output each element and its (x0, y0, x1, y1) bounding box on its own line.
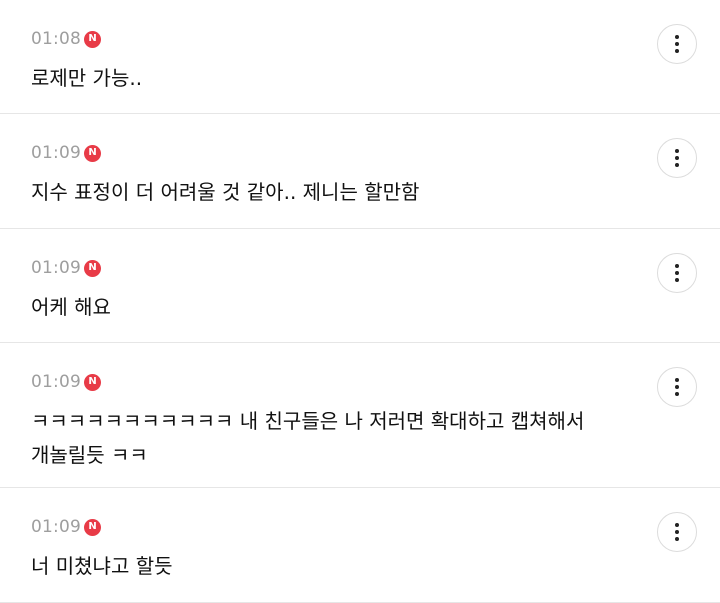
more-options-button[interactable] (657, 24, 697, 64)
more-options-button[interactable] (657, 367, 697, 407)
comment-meta: 01:09 N (31, 141, 101, 165)
more-options-button[interactable] (657, 253, 697, 293)
new-badge-icon: N (84, 144, 101, 162)
comment-time: 01:09 (31, 517, 81, 537)
new-badge-icon: N (84, 518, 101, 536)
more-vertical-icon (675, 378, 679, 382)
comment-item: 01:08 N 로제만 가능.. (0, 0, 720, 114)
comment-meta: 01:09 N (31, 515, 101, 539)
comment-text: ㅋㅋㅋㅋㅋㅋㅋㅋㅋㅋㅋ 내 친구들은 나 저러면 확대하고 캡쳐해서 개놀릴듯 … (31, 409, 585, 467)
comment-meta: 01:08 N (31, 27, 101, 51)
comment-item: 01:09 N 너 미쳤냐고 할듯 (0, 488, 720, 603)
comment-time: 01:09 (31, 372, 81, 392)
comment-time: 01:09 (31, 143, 81, 163)
more-vertical-icon (675, 523, 679, 527)
comment-text: 너 미쳤냐고 할듯 (31, 554, 173, 578)
comment-meta: 01:09 N (31, 256, 101, 280)
new-badge-icon: N (84, 373, 101, 391)
more-vertical-icon (675, 264, 679, 268)
comment-item: 01:09 N 어케 해요 (0, 229, 720, 343)
comment-text: 지수 표정이 더 어려울 것 같아.. 제니는 할만함 (31, 180, 420, 204)
more-vertical-icon (675, 35, 679, 39)
comment-meta: 01:09 N (31, 370, 101, 394)
comment-time: 01:09 (31, 258, 81, 278)
comment-time: 01:08 (31, 29, 81, 49)
comment-text: 로제만 가능.. (31, 66, 143, 90)
new-badge-icon: N (84, 259, 101, 277)
comment-item: 01:09 N ㅋㅋㅋㅋㅋㅋㅋㅋㅋㅋㅋ 내 친구들은 나 저러면 확대하고 캡쳐… (0, 343, 720, 488)
comment-item: 01:09 N 지수 표정이 더 어려울 것 같아.. 제니는 할만함 (0, 114, 720, 229)
new-badge-icon: N (84, 30, 101, 48)
more-options-button[interactable] (657, 138, 697, 178)
more-options-button[interactable] (657, 512, 697, 552)
comment-list: 01:08 N 로제만 가능.. 01:09 N 지수 표정이 더 어려울 것 … (0, 0, 720, 603)
comment-text: 어케 해요 (31, 295, 111, 319)
more-vertical-icon (675, 149, 679, 153)
